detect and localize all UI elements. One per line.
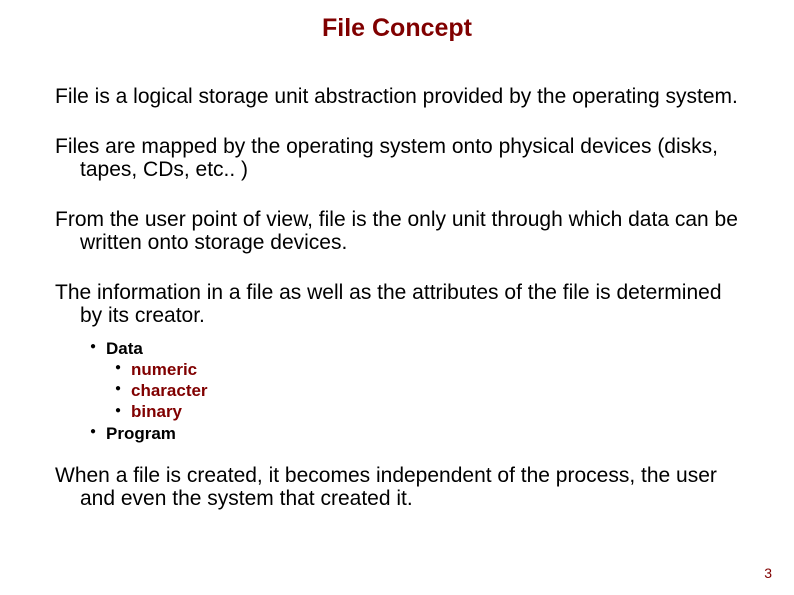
paragraph-3: From the user point of view, file is the… xyxy=(55,208,739,255)
paragraph-4: The information in a file as well as the… xyxy=(55,281,739,328)
bullet-label: character xyxy=(131,381,208,400)
slide-title: File Concept xyxy=(0,14,794,43)
bullet-icon: ● xyxy=(90,426,106,439)
paragraph-5: When a file is created, it becomes indep… xyxy=(55,464,739,511)
bullet-binary: ●binary xyxy=(115,401,739,422)
bullet-label: Program xyxy=(106,424,176,443)
bullet-numeric: ●numeric xyxy=(115,359,739,380)
paragraph-2: Files are mapped by the operating system… xyxy=(55,135,739,182)
bullet-label: Data xyxy=(106,339,143,358)
bullet-label: binary xyxy=(131,402,182,421)
bullet-list: ●Data ●numeric ●character ●binary ●Progr… xyxy=(55,338,739,444)
bullet-icon: ● xyxy=(115,405,131,418)
paragraph-1: File is a logical storage unit abstracti… xyxy=(55,85,739,109)
slide-content: File is a logical storage unit abstracti… xyxy=(55,85,739,537)
bullet-icon: ● xyxy=(115,362,131,375)
bullet-icon: ● xyxy=(115,383,131,396)
bullet-data: ●Data xyxy=(90,338,739,359)
slide: File Concept File is a logical storage u… xyxy=(0,0,794,595)
bullet-label: numeric xyxy=(131,360,197,379)
bullet-character: ●character xyxy=(115,380,739,401)
bullet-program: ●Program xyxy=(90,423,739,444)
bullet-icon: ● xyxy=(90,341,106,354)
page-number: 3 xyxy=(764,565,772,581)
